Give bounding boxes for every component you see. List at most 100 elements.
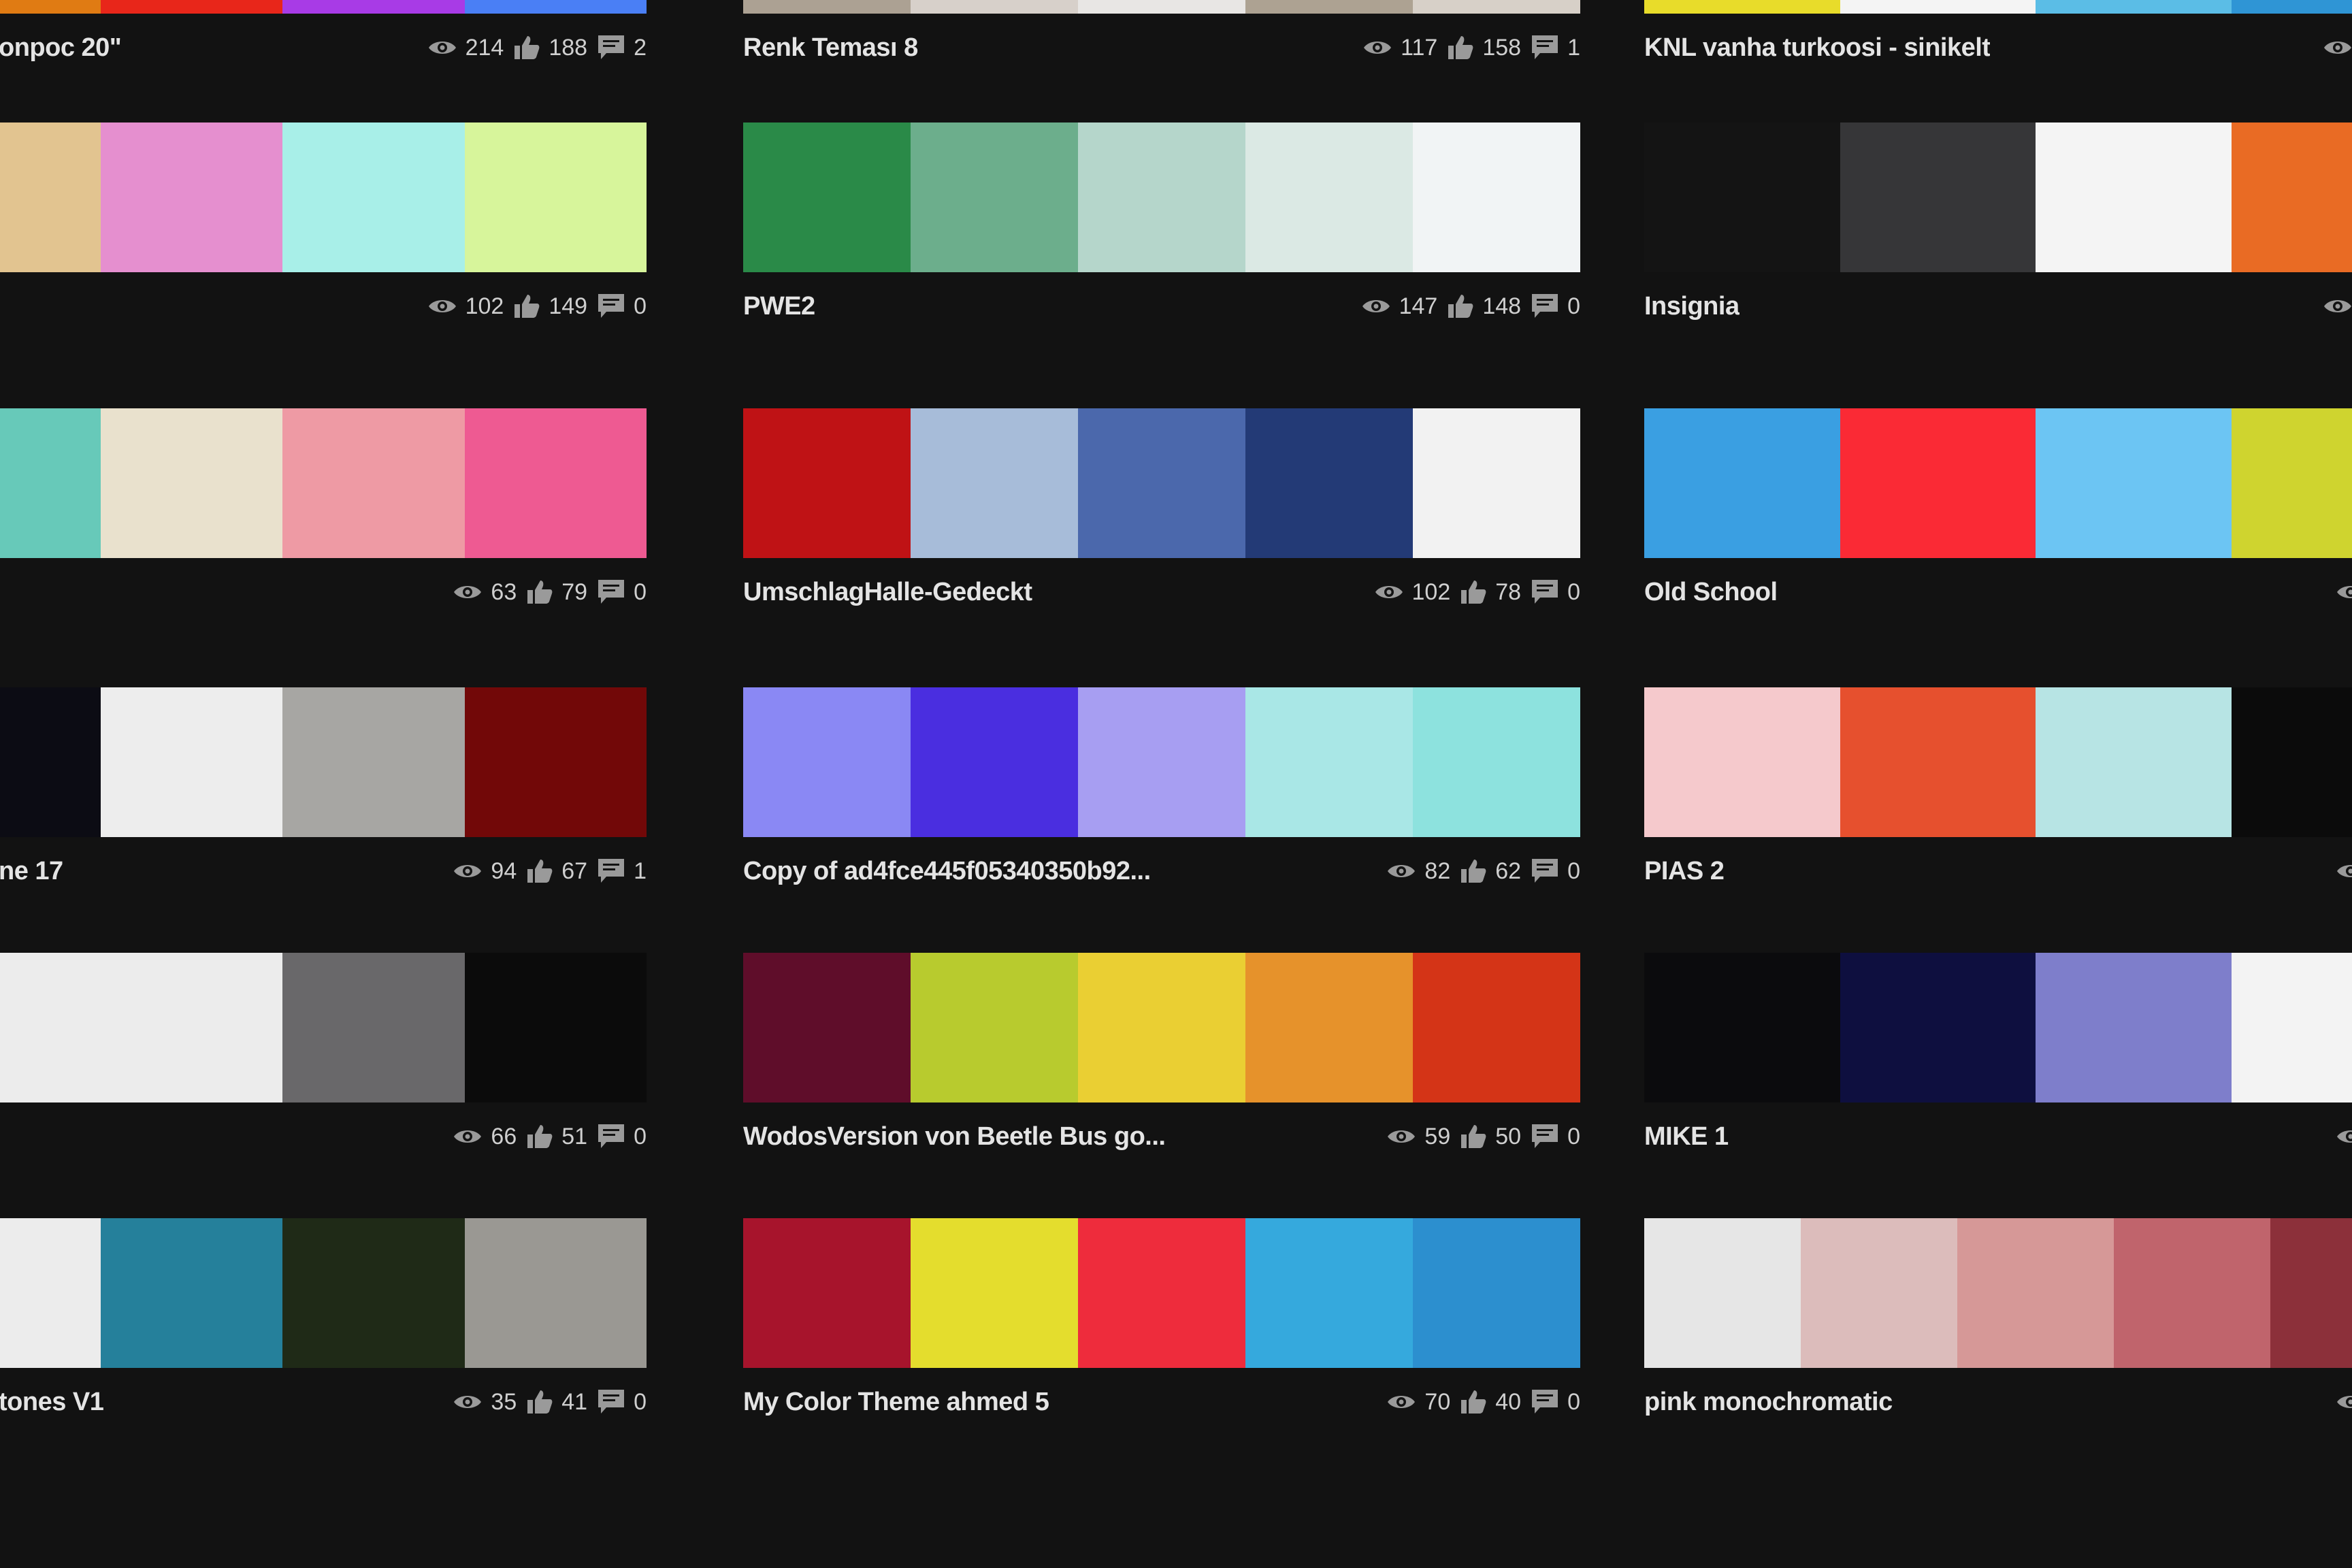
color-swatch-strip[interactable] [1644, 953, 2352, 1102]
color-swatch-strip[interactable] [743, 953, 1580, 1102]
eye-icon [1386, 1127, 1416, 1146]
color-swatch [911, 0, 1078, 14]
color-swatch [464, 687, 647, 837]
comment-icon [1531, 1388, 1559, 1416]
color-swatch [2231, 687, 2352, 837]
comments-count: 0 [1567, 1123, 1580, 1149]
color-swatch-strip[interactable] [743, 0, 1580, 14]
color-swatch [1840, 953, 2036, 1102]
theme-card[interactable]: MIKE 1 57 [1644, 953, 2352, 1164]
color-swatch [2270, 1218, 2352, 1368]
theme-title[interactable]: tones V1 [0, 1388, 103, 1417]
eye-icon [1386, 1392, 1416, 1411]
color-swatch [1840, 0, 2036, 14]
views-stat: 147 [1361, 293, 1437, 320]
views-stat: 131 [2323, 293, 2352, 320]
comments-count: 1 [1567, 34, 1580, 61]
theme-title[interactable]: KNL vanha turkoosi - sinikelt [1644, 33, 1990, 63]
color-swatch-strip[interactable] [743, 687, 1580, 837]
color-swatch-strip[interactable] [0, 0, 647, 14]
theme-card[interactable]: UmschlagHalle-Gedeckt 102 78 0 [743, 408, 1580, 619]
theme-title[interactable]: Old School [1644, 578, 1778, 607]
eye-icon [2336, 862, 2352, 881]
color-swatch-strip[interactable] [743, 408, 1580, 558]
color-swatch [282, 1218, 465, 1368]
theme-card[interactable]: Insignia 131 [1644, 122, 2352, 333]
theme-card[interactable]: Old School 59 [1644, 408, 2352, 619]
theme-card[interactable]: WodosVersion von Beetle Bus go... 59 50 0 [743, 953, 1580, 1164]
color-swatch [1413, 122, 1580, 272]
theme-meta-row: 102 149 0 [0, 286, 647, 327]
theme-card[interactable]: PWE2 147 148 0 [743, 122, 1580, 333]
views-stat: 35 [453, 1389, 517, 1416]
views-stat: 214 [427, 35, 504, 61]
color-swatch [2114, 1218, 2270, 1368]
color-swatch-strip[interactable] [0, 1218, 647, 1368]
theme-card[interactable]: KNL vanha turkoosi - sinikelt 178 [1644, 0, 2352, 75]
comment-icon [1531, 578, 1559, 606]
theme-title[interactable]: My Color Theme ahmed 5 [743, 1388, 1049, 1417]
views-stat: 66 [453, 1124, 517, 1150]
theme-title[interactable]: onpoc 20" [0, 33, 121, 63]
comment-icon [597, 578, 625, 606]
theme-card[interactable]: My Color Theme ahmed 5 70 40 0 [743, 1218, 1580, 1429]
color-swatch [2231, 122, 2352, 272]
comments-stat: 0 [1531, 293, 1580, 320]
theme-card[interactable]: 102 149 0 [0, 122, 647, 333]
color-swatch [100, 953, 282, 1102]
theme-title[interactable]: Insignia [1644, 292, 1740, 321]
eye-icon [2336, 583, 2352, 602]
theme-card[interactable]: 63 79 0 [0, 408, 647, 619]
theme-card[interactable]: PIAS 2 26 [1644, 687, 2352, 898]
theme-title[interactable]: Renk Teması 8 [743, 33, 918, 63]
theme-title[interactable]: ne 17 [0, 857, 63, 886]
color-swatch-strip[interactable] [0, 953, 647, 1102]
theme-title[interactable]: PIAS 2 [1644, 857, 1724, 886]
thumbs-up-icon [526, 1389, 553, 1415]
theme-stats: 178 [2323, 35, 2352, 61]
theme-title[interactable]: pink monochromatic [1644, 1388, 1893, 1417]
color-swatch [464, 122, 647, 272]
theme-card[interactable]: Renk Teması 8 117 158 1 [743, 0, 1580, 75]
color-swatch [2231, 0, 2352, 14]
likes-stat: 50 [1460, 1124, 1521, 1150]
theme-title[interactable]: MIKE 1 [1644, 1122, 1729, 1152]
color-swatch [1413, 1218, 1580, 1368]
color-swatch-strip[interactable] [1644, 0, 2352, 14]
color-swatch-strip[interactable] [0, 687, 647, 837]
color-swatch [100, 1218, 282, 1368]
comments-stat: 0 [597, 1123, 647, 1150]
likes-stat: 40 [1460, 1389, 1521, 1416]
theme-meta-row: 63 79 0 [0, 572, 647, 612]
color-swatch-strip[interactable] [0, 122, 647, 272]
theme-card[interactable]: onpoc 20" 214 188 2 [0, 0, 647, 75]
views-stat: 102 [1374, 579, 1450, 606]
theme-title[interactable]: UmschlagHalle-Gedeckt [743, 578, 1032, 607]
theme-card[interactable]: Copy of ad4fce445f05340350b92... 82 62 0 [743, 687, 1580, 898]
color-swatch [1413, 0, 1580, 14]
theme-card[interactable]: 66 51 0 [0, 953, 647, 1164]
color-swatch [2036, 408, 2232, 558]
theme-title[interactable]: WodosVersion von Beetle Bus go... [743, 1122, 1165, 1152]
color-swatch [1245, 1218, 1413, 1368]
color-swatch [0, 408, 101, 558]
theme-card[interactable]: pink monochromatic 25 [1644, 1218, 2352, 1429]
comment-icon [1531, 34, 1559, 61]
eye-icon [2323, 38, 2352, 57]
views-stat: 117 [1362, 35, 1437, 61]
color-swatch [100, 122, 282, 272]
theme-card[interactable]: ne 17 94 67 1 [0, 687, 647, 898]
color-swatch-strip[interactable] [743, 122, 1580, 272]
color-swatch-strip[interactable] [0, 408, 647, 558]
color-swatch-strip[interactable] [1644, 122, 2352, 272]
color-swatch-strip[interactable] [743, 1218, 1580, 1368]
color-swatch-strip[interactable] [1644, 408, 2352, 558]
theme-title[interactable]: PWE2 [743, 292, 815, 321]
likes-stat: 148 [1447, 293, 1521, 320]
color-swatch-strip[interactable] [1644, 1218, 2352, 1368]
theme-meta-row: Insignia 131 [1644, 286, 2352, 327]
theme-card[interactable]: tones V1 35 41 0 [0, 1218, 647, 1429]
color-swatch [743, 953, 911, 1102]
color-swatch-strip[interactable] [1644, 687, 2352, 837]
theme-title[interactable]: Copy of ad4fce445f05340350b92... [743, 857, 1151, 886]
